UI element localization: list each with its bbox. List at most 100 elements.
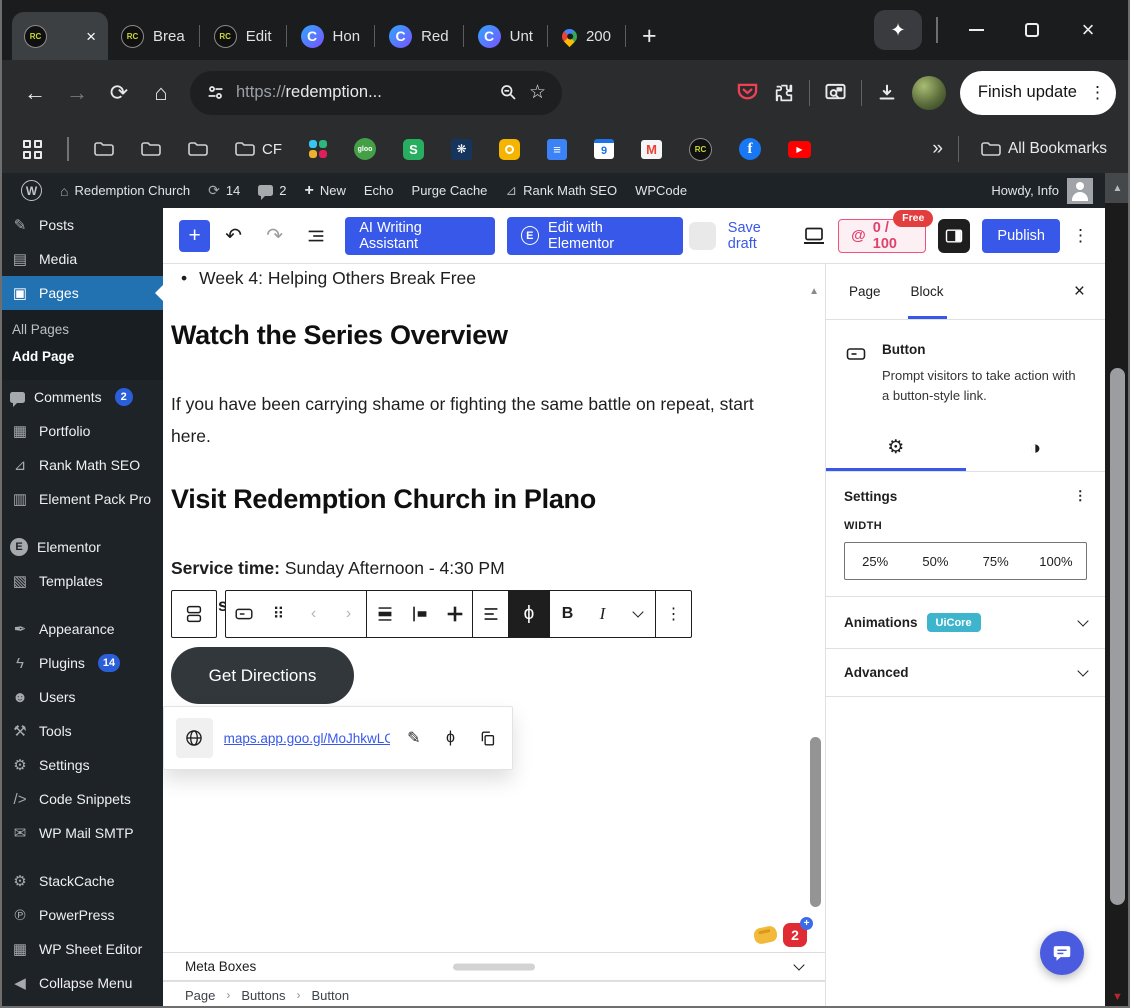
chat-widget-button[interactable] <box>1040 931 1084 975</box>
bookmark-star-icon[interactable]: ☆ <box>529 81 546 104</box>
sidebar-item-rank-math-seo[interactable]: ⊿Rank Math SEO <box>0 448 163 482</box>
drag-handle-icon[interactable]: ⠿ <box>261 591 296 637</box>
advanced-panel[interactable]: Advanced <box>826 649 1105 697</box>
width-option-75[interactable]: 75% <box>966 543 1026 579</box>
bookmark-apps[interactable] <box>16 140 49 159</box>
adminbar-2[interactable]: 2 <box>249 183 295 198</box>
button-block-icon[interactable] <box>226 591 261 637</box>
bookmark-gloo[interactable]: gloo <box>347 138 383 160</box>
sidebar-item-tools[interactable]: ⚒Tools <box>0 714 163 748</box>
bookmark-rc[interactable]: RC <box>682 138 719 161</box>
preview-device-icon[interactable] <box>802 226 826 246</box>
bookmark-youtube[interactable]: ▶ <box>781 141 818 158</box>
bookmark-tree[interactable]: ❋ <box>444 139 479 160</box>
browser-tab[interactable]: CUnt <box>465 16 546 56</box>
finish-update-button[interactable]: Finish update ⋮ <box>960 71 1116 115</box>
site-settings-icon[interactable] <box>206 83 225 102</box>
sidebar-item-code-snippets[interactable]: />Code Snippets <box>0 782 163 816</box>
browser-tab[interactable]: 200 <box>549 16 624 56</box>
rank-math-score-button[interactable]: @ 0 / 100 Free <box>838 219 926 253</box>
bookmark-facebook[interactable]: f <box>732 138 768 160</box>
bookmark-folder[interactable] <box>134 141 168 157</box>
scroll-down-icon[interactable]: ▼ <box>1105 991 1130 1003</box>
select-parent-buttons-block[interactable] <box>171 590 217 638</box>
forward-icon[interactable]: → <box>56 72 98 114</box>
home-icon[interactable]: ⌂ <box>140 72 182 114</box>
list-item[interactable]: •Week 4: Helping Others Break Free <box>181 268 476 289</box>
new-tab-button[interactable]: + <box>642 22 657 51</box>
adminbar-purge-cache[interactable]: Purge Cache <box>403 183 497 198</box>
bookmark-folder[interactable] <box>87 141 121 157</box>
adminbar-wpcode[interactable]: WPCode <box>626 183 696 198</box>
justify-icon[interactable] <box>473 591 508 637</box>
redo-icon[interactable]: ↷ <box>257 218 292 254</box>
sidebar-item-plugins[interactable]: ϟPlugins14 <box>0 646 163 680</box>
minimize-button[interactable] <box>948 0 1004 60</box>
sidebar-item-media[interactable]: ▤Media <box>0 242 163 276</box>
editor-options-icon[interactable]: ⋮ <box>1072 226 1089 246</box>
extensions-puzzle-icon[interactable] <box>773 82 795 104</box>
animations-panel[interactable]: Animations UiCore <box>826 597 1105 649</box>
service-time-paragraph[interactable]: Service time: Sunday Afternoon - 4:30 PM <box>171 552 796 584</box>
close-sidebar-icon[interactable]: × <box>1062 281 1097 303</box>
sidebar-item-wp-mail-smtp[interactable]: ✉WP Mail SMTP <box>0 816 163 850</box>
width-option-100[interactable]: 100% <box>1026 543 1086 579</box>
bookmark-gmail[interactable]: M <box>634 140 669 159</box>
scroll-up-icon[interactable]: ▲ <box>1105 173 1130 203</box>
more-formatting-icon[interactable] <box>620 591 655 637</box>
meta-boxes-panel[interactable]: Meta Boxes <box>163 952 825 981</box>
sidebar-item-comments[interactable]: Comments2 <box>0 380 163 414</box>
submenu-item-all-pages[interactable]: All Pages <box>0 316 163 343</box>
page-scrollbar-thumb[interactable] <box>1110 368 1125 905</box>
breadcrumb-item-buttons[interactable]: Buttons <box>241 988 285 1003</box>
block-inserter-button[interactable]: + <box>179 220 210 252</box>
tab-block[interactable]: Block <box>896 264 959 319</box>
heading-watch-series[interactable]: Watch the Series Overview <box>171 320 508 351</box>
browser-tab[interactable]: RC× <box>12 12 108 60</box>
bookmark-folder[interactable] <box>181 141 215 157</box>
link-url[interactable]: maps.app.goo.gl/MoJhkwLC... <box>224 731 390 746</box>
bookmarks-overflow-icon[interactable]: » <box>932 138 943 160</box>
close-window-button[interactable]: × <box>1060 0 1116 60</box>
sidebar-item-templates[interactable]: ▧Templates <box>0 564 163 598</box>
bookmark-folder[interactable]: CF <box>228 141 289 158</box>
move-left-icon[interactable]: ‹ <box>296 591 331 637</box>
breadcrumb-item-button[interactable]: Button <box>311 988 349 1003</box>
download-icon[interactable] <box>876 82 898 104</box>
edit-link-icon[interactable]: ✎ <box>401 728 427 748</box>
sidebar-item-elementor[interactable]: EElementor <box>0 530 163 564</box>
maximize-button[interactable] <box>1004 0 1060 60</box>
adminbar-rank-math-seo[interactable]: ⊿Rank Math SEO <box>496 182 626 199</box>
url-text[interactable]: https://redemption... <box>236 83 488 102</box>
italic-icon[interactable]: I <box>585 591 620 637</box>
sidebar-item-powerpress[interactable]: ℗PowerPress <box>0 898 163 932</box>
resize-handle[interactable] <box>453 963 535 970</box>
adminbar-wp[interactable]: W <box>12 180 51 201</box>
width-option-50[interactable]: 50% <box>905 543 965 579</box>
list-view-icon[interactable] <box>298 218 333 254</box>
browser-menu-icon[interactable]: ⋮ <box>1089 83 1106 103</box>
browser-tab[interactable]: RCEdit <box>201 16 285 56</box>
submenu-item-add-page[interactable]: Add Page <box>0 343 163 370</box>
tab-page[interactable]: Page <box>834 264 896 319</box>
styles-tab-icon[interactable]: ◑ <box>966 426 1106 471</box>
bookmark-calendar[interactable]: 9 <box>587 139 621 159</box>
breadcrumb-item-page[interactable]: Page <box>185 988 215 1003</box>
canvas-scroll-up-icon[interactable]: ▲ <box>809 286 819 297</box>
settings-tab-gear-icon[interactable]: ⚙ <box>826 426 966 471</box>
unlink-icon[interactable]: ϕ <box>438 729 464 747</box>
adminbar-echo[interactable]: Echo <box>355 183 403 198</box>
all-bookmarks-button[interactable]: All Bookmarks <box>974 140 1114 158</box>
bookmark-slack[interactable] <box>302 140 334 158</box>
sparkle-icon[interactable]: ✦ <box>874 10 922 50</box>
settings-sidebar-toggle[interactable] <box>938 219 970 253</box>
block-options-icon[interactable]: ⋮ <box>656 591 691 637</box>
sidebar-item-stackcache[interactable]: ⚙StackCache <box>0 864 163 898</box>
bookmark-docs[interactable]: ≡ <box>540 139 574 160</box>
sidebar-item-users[interactable]: ☻Users <box>0 680 163 714</box>
sidebar-item-settings[interactable]: ⚙Settings <box>0 748 163 782</box>
get-directions-button[interactable]: Get Directions <box>171 647 354 704</box>
vertical-align-icon[interactable] <box>402 591 437 637</box>
browser-tab[interactable]: CRed <box>376 16 462 56</box>
back-icon[interactable]: ← <box>14 72 56 114</box>
